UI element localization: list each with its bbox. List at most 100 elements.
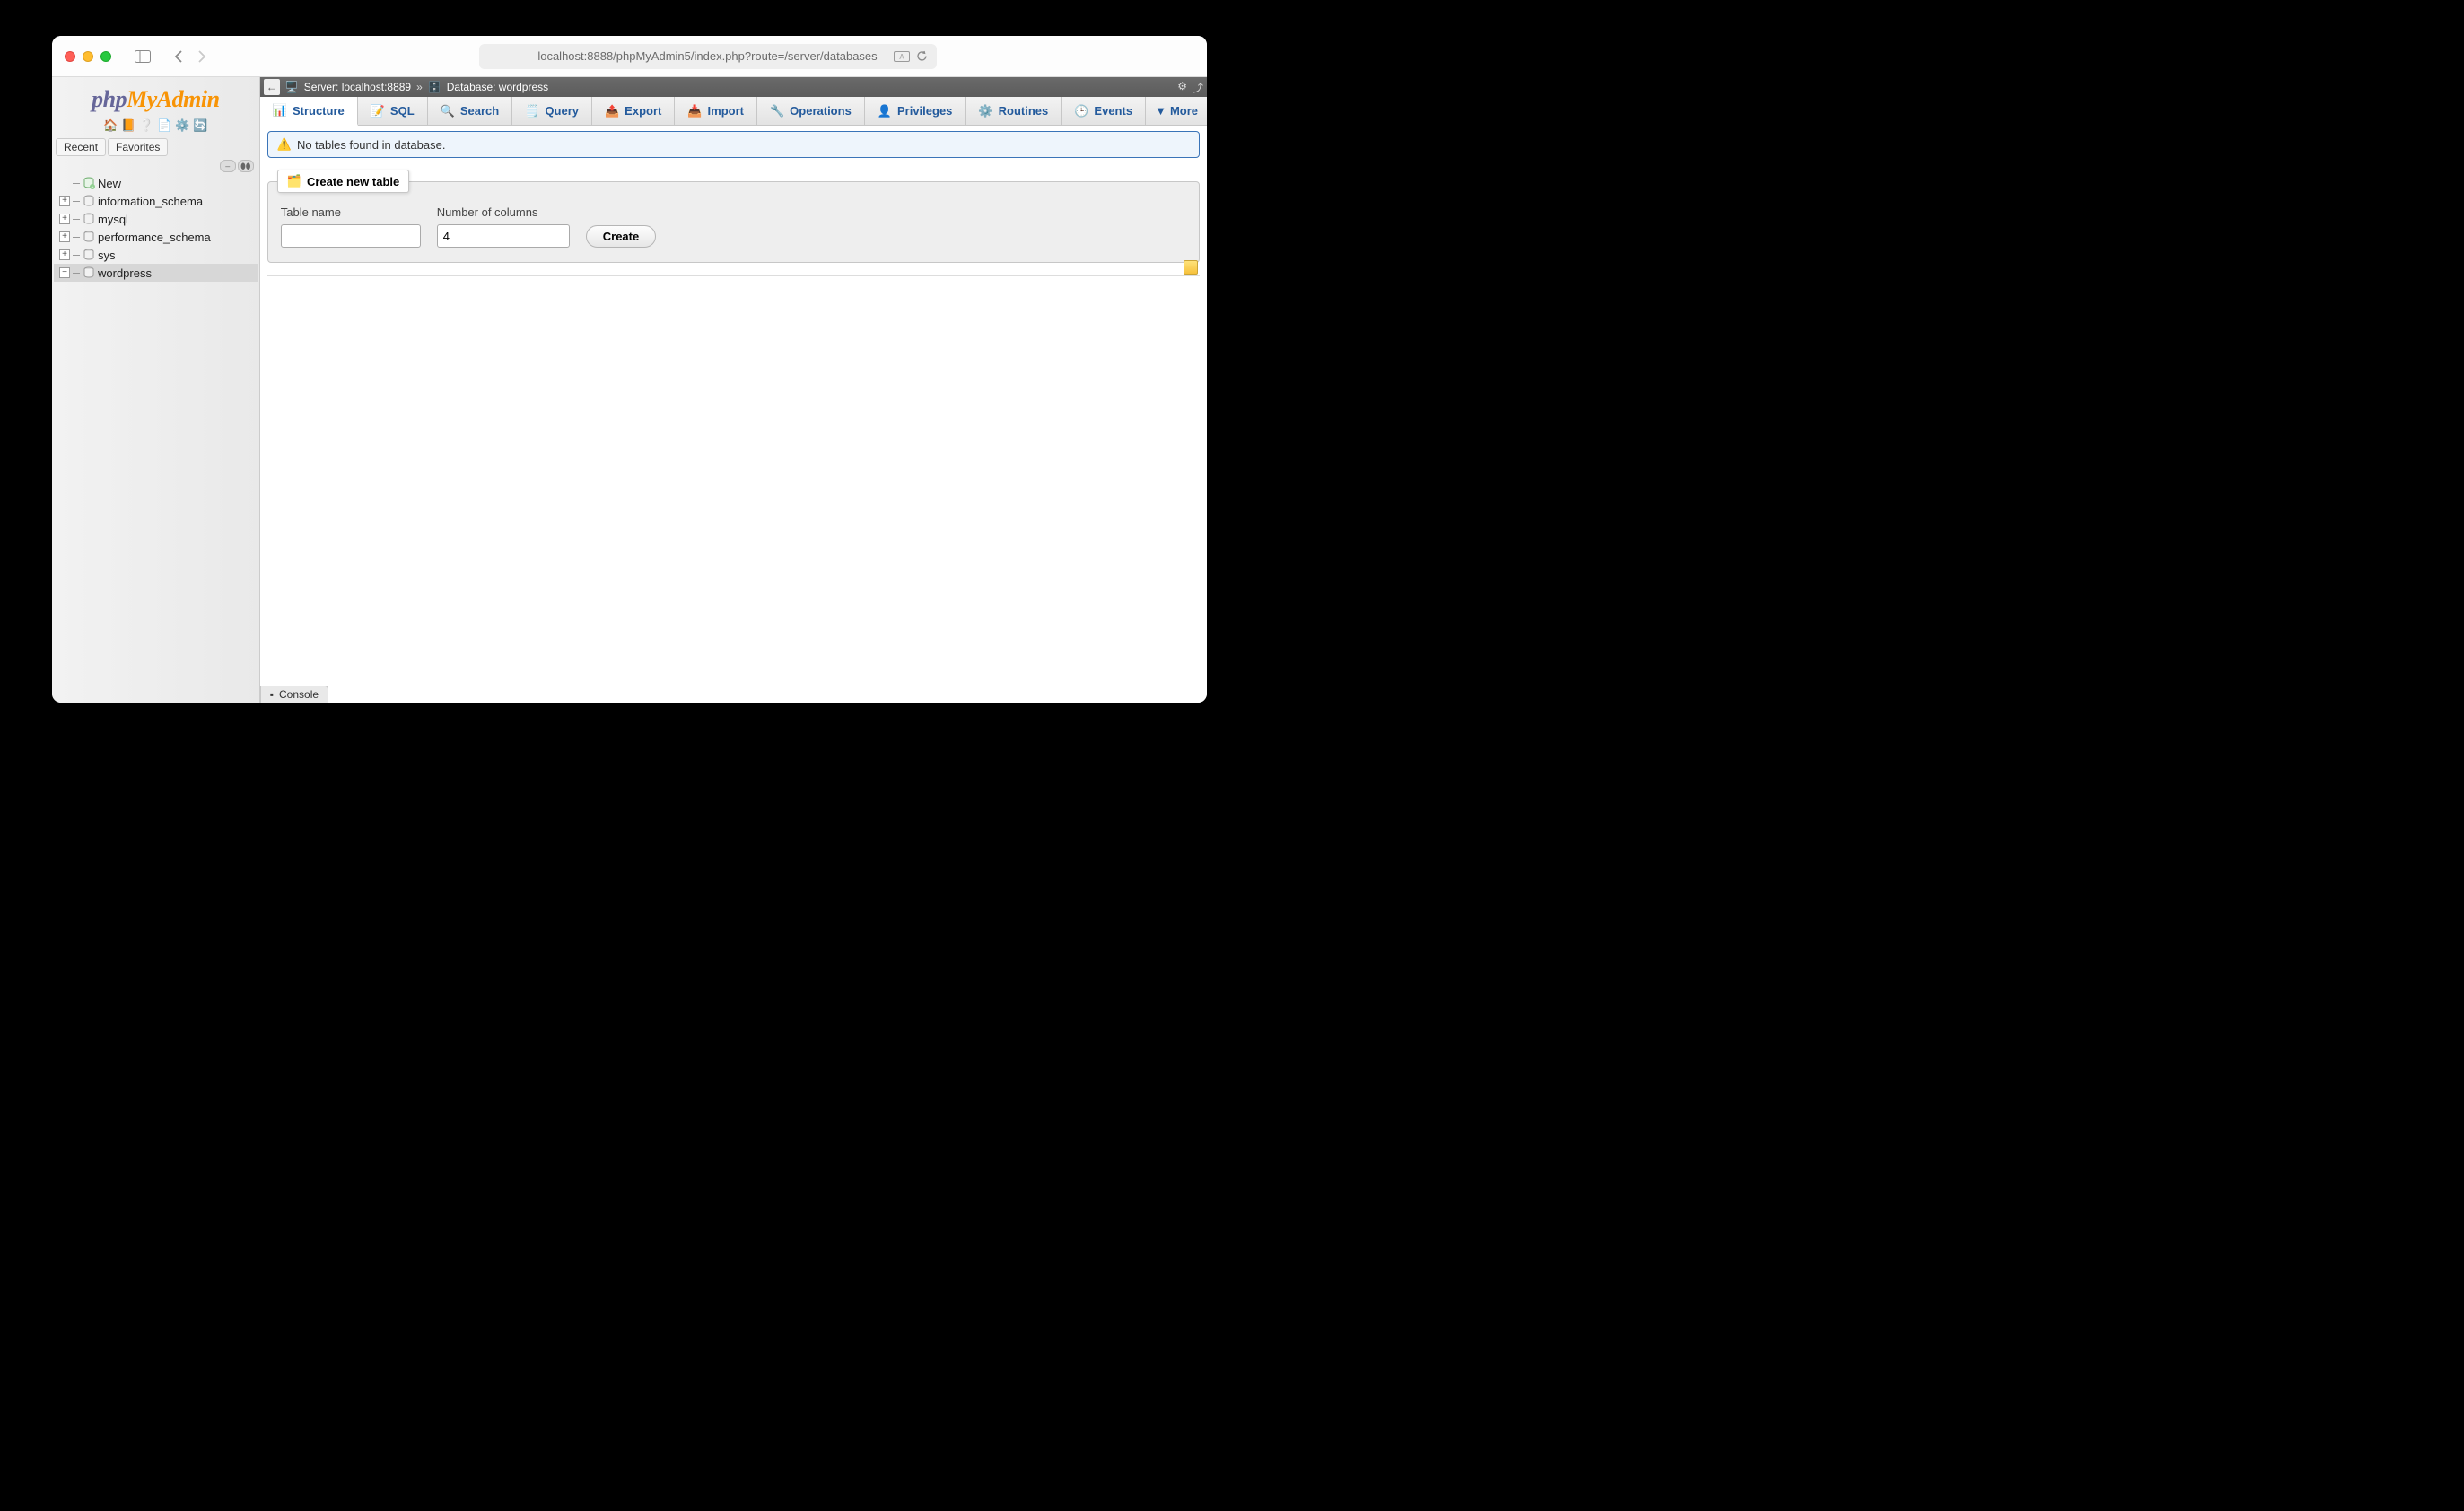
gear-icon[interactable]: ⚙: [1177, 80, 1187, 95]
num-columns-label: Number of columns: [437, 205, 570, 219]
database-icon: [83, 266, 95, 279]
recent-tab[interactable]: Recent: [56, 138, 106, 156]
console-toggle[interactable]: ▪ Console: [260, 686, 328, 703]
db-item-sys[interactable]: + sys: [54, 246, 258, 264]
database-icon: 🗄️: [428, 81, 441, 93]
db-item-information-schema[interactable]: + information_schema: [54, 192, 258, 210]
collapse-panel-icon[interactable]: ⤴: [1193, 80, 1203, 95]
reload-icon[interactable]: [916, 50, 928, 62]
minimize-window-button[interactable]: [83, 51, 93, 62]
table-name-label: Table name: [281, 205, 421, 219]
new-database-label: New: [98, 177, 121, 190]
reader-icon[interactable]: A: [894, 51, 910, 62]
database-icon: [83, 231, 95, 243]
tab-privileges[interactable]: 👤Privileges: [865, 97, 966, 125]
tab-operations[interactable]: 🔧Operations: [757, 97, 865, 125]
breadcrumb-separator: »: [416, 81, 423, 93]
new-database-item[interactable]: + New: [54, 174, 258, 192]
close-window-button[interactable]: [65, 51, 75, 62]
tab-import[interactable]: 📥Import: [675, 97, 757, 125]
bookmark-icon[interactable]: [1184, 260, 1198, 275]
db-item-performance-schema[interactable]: + performance_schema: [54, 228, 258, 246]
tab-query[interactable]: 🗒️Query: [512, 97, 592, 125]
events-icon: 🕒: [1074, 104, 1088, 118]
create-table-fieldset: 🗂️ Create new table Table name Number of…: [267, 181, 1200, 263]
expand-icon[interactable]: +: [59, 231, 70, 242]
sidebar-toggle-icon[interactable]: [131, 46, 154, 67]
url-bar[interactable]: localhost:8888/phpMyAdmin5/index.php?rou…: [479, 44, 937, 69]
db-label: mysql: [98, 213, 128, 226]
database-icon: [83, 213, 95, 225]
top-tabs: 📊Structure 📝SQL 🔍Search 🗒️Query 📤Export …: [260, 97, 1207, 126]
chevron-down-icon: ▼: [1155, 104, 1166, 118]
db-label: sys: [98, 249, 116, 262]
routines-icon: ⚙️: [978, 104, 992, 118]
new-db-icon: +: [83, 177, 95, 189]
sql-icon[interactable]: 📄: [157, 118, 171, 133]
expand-icon[interactable]: +: [59, 196, 70, 206]
sidebar-icon-row: 🏠 📙 ❔ 📄 ⚙️ 🔄: [52, 115, 259, 138]
warning-icon: ⚠️: [277, 137, 292, 152]
tab-routines[interactable]: ⚙️Routines: [966, 97, 1062, 125]
db-label: information_schema: [98, 195, 203, 208]
notice-text: No tables found in database.: [297, 138, 446, 152]
tab-sql[interactable]: 📝SQL: [358, 97, 428, 125]
breadcrumb-database[interactable]: Database: wordpress: [447, 81, 548, 93]
query-icon: 🗒️: [525, 104, 539, 118]
search-icon: 🔍: [441, 104, 455, 118]
database-tree: + New + information_schema + mysql + per…: [52, 174, 259, 282]
tab-structure[interactable]: 📊Structure: [260, 97, 358, 126]
home-icon[interactable]: 🏠: [103, 118, 118, 133]
divider: [267, 275, 1200, 276]
tab-search[interactable]: 🔍Search: [428, 97, 513, 125]
settings-icon[interactable]: ⚙️: [175, 118, 189, 133]
sidebar: phpMyAdmin 🏠 📙 ❔ 📄 ⚙️ 🔄 Recent Favorites…: [52, 77, 260, 703]
titlebar: localhost:8888/phpMyAdmin5/index.php?rou…: [52, 36, 1207, 77]
expand-icon[interactable]: +: [59, 249, 70, 260]
url-text: localhost:8888/phpMyAdmin5/index.php?rou…: [537, 49, 877, 63]
notice-no-tables: ⚠️ No tables found in database.: [267, 131, 1200, 158]
svg-text:A: A: [899, 53, 904, 61]
collapse-icon[interactable]: −: [59, 267, 70, 278]
favorites-tab[interactable]: Favorites: [108, 138, 168, 156]
window-controls: [65, 51, 111, 62]
logout-icon[interactable]: 📙: [121, 118, 135, 133]
content-area: ⚠️ No tables found in database. 🗂️ Creat…: [260, 126, 1207, 703]
num-columns-input[interactable]: [437, 224, 570, 248]
main-panel: ← 🖥️ Server: localhost:8889 » 🗄️ Databas…: [260, 77, 1207, 703]
expand-icon[interactable]: +: [59, 214, 70, 224]
docs-icon[interactable]: ❔: [139, 118, 153, 133]
breadcrumb-server[interactable]: Server: localhost:8889: [304, 81, 411, 93]
forward-button[interactable]: [190, 46, 214, 67]
console-icon: ▪: [270, 688, 274, 701]
database-icon: [83, 249, 95, 261]
create-button[interactable]: Create: [586, 225, 656, 248]
db-item-wordpress[interactable]: − wordpress: [54, 264, 258, 282]
import-icon: 📥: [687, 104, 702, 118]
new-table-icon: 🗂️: [287, 174, 301, 188]
phpmyadmin-logo[interactable]: phpMyAdmin: [52, 83, 259, 115]
link-icon[interactable]: ⬮⬮: [238, 160, 254, 172]
privileges-icon: 👤: [878, 104, 892, 118]
table-name-input[interactable]: [281, 224, 421, 248]
sql-tab-icon: 📝: [371, 104, 385, 118]
tab-export[interactable]: 📤Export: [592, 97, 675, 125]
structure-icon: 📊: [273, 103, 287, 118]
tab-events[interactable]: 🕒Events: [1062, 97, 1146, 125]
operations-icon: 🔧: [770, 104, 784, 118]
zoom-window-button[interactable]: [100, 51, 111, 62]
reload-nav-icon[interactable]: 🔄: [193, 118, 207, 133]
tab-more[interactable]: ▼More: [1146, 97, 1207, 125]
database-icon: [83, 195, 95, 207]
create-table-legend: 🗂️ Create new table: [277, 170, 410, 193]
server-icon: 🖥️: [285, 81, 299, 93]
browser-window: localhost:8888/phpMyAdmin5/index.php?rou…: [52, 36, 1207, 703]
db-item-mysql[interactable]: + mysql: [54, 210, 258, 228]
collapse-all-icon[interactable]: –: [220, 160, 236, 172]
breadcrumb: ← 🖥️ Server: localhost:8889 » 🗄️ Databas…: [260, 77, 1207, 97]
db-label: performance_schema: [98, 231, 211, 244]
breadcrumb-back-button[interactable]: ←: [264, 79, 280, 95]
db-label: wordpress: [98, 266, 152, 280]
svg-text:+: +: [92, 185, 94, 189]
back-button[interactable]: [167, 46, 190, 67]
